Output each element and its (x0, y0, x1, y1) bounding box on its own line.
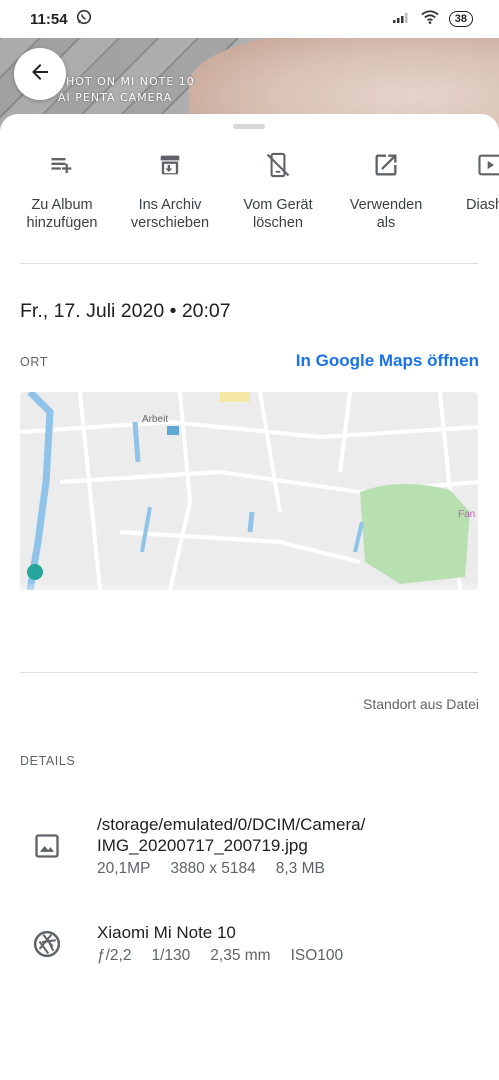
details-section-label: DETAILS (20, 754, 76, 768)
playlist-add-icon (48, 151, 76, 184)
file-path-line-1: /storage/emulated/0/DCIM/Camera/ (97, 815, 366, 834)
status-bar: 11:54 38 (0, 0, 499, 38)
slideshow-label: Diash (466, 197, 499, 213)
archive-icon (156, 151, 184, 184)
photo-date-time: Fr., 17. Juli 2020 • 20:07 (20, 300, 231, 322)
camera-specs: ƒ/2,2 1/130 2,35 mm ISO100 (97, 945, 343, 966)
file-resolution: 3880 x 5184 (170, 860, 256, 877)
use-as-label: Verwenden als (349, 197, 423, 231)
file-size: 8,3 MB (275, 860, 325, 877)
back-button[interactable] (14, 48, 66, 100)
arrow-back-icon (28, 60, 52, 89)
watermark-line-2: AI PENTA CAMERA (58, 91, 173, 104)
camera-watermark: SHOT ON MI NOTE 10 AI PENTA CAMERA (58, 74, 195, 106)
archive-button[interactable]: Ins Archiv verschieben (115, 150, 225, 232)
divider (20, 263, 478, 264)
map-label-fan: Fan (458, 509, 475, 520)
image-icon (31, 830, 63, 862)
location-source-text: Standort aus Datei (363, 696, 479, 712)
camera-model: Xiaomi Mi Note 10 (97, 923, 236, 942)
delete-from-device-label: Vom Gerät löschen (243, 197, 313, 231)
file-path-line-2: IMG_20200717_200719.jpg (97, 836, 308, 855)
info-sheet: Zu Album hinzufügen Ins Archiv verschieb… (0, 114, 499, 1080)
battery-level: 38 (454, 13, 467, 25)
camera-focal-length: 2,35 mm (210, 947, 271, 964)
location-section-label: ORT (20, 355, 48, 369)
delete-from-device-icon (264, 151, 292, 184)
location-map[interactable]: Arbeit Fan (20, 392, 478, 590)
file-specs: 20,1MP 3880 x 5184 8,3 MB (97, 858, 365, 879)
delete-from-device-button[interactable]: Vom Gerät löschen (223, 150, 333, 232)
battery-icon: 38 (448, 11, 473, 27)
signal-icon (392, 10, 411, 28)
action-row: Zu Album hinzufügen Ins Archiv verschieb… (0, 150, 499, 240)
camera-aperture: ƒ/2,2 (97, 947, 132, 964)
map-fade-overlay (20, 584, 478, 654)
camera-aperture-icon (31, 928, 63, 960)
use-as-button[interactable]: Verwenden als (331, 150, 441, 232)
divider (20, 672, 478, 673)
camera-iso: ISO100 (290, 947, 344, 964)
wifi-icon (421, 9, 439, 29)
open-in-google-maps-link[interactable]: In Google Maps öffnen (296, 351, 479, 371)
add-to-album-button[interactable]: Zu Album hinzufügen (7, 150, 117, 232)
open-in-new-icon (372, 151, 400, 184)
archive-label: Ins Archiv verschieben (130, 197, 210, 231)
status-time: 11:54 (30, 10, 68, 28)
watermark-line-1: SHOT ON MI NOTE 10 (58, 75, 195, 88)
slideshow-icon (476, 151, 499, 184)
add-to-album-label: Zu Album hinzufügen (26, 197, 98, 231)
camera-shutter: 1/130 (151, 947, 191, 964)
whatsapp-icon (76, 9, 92, 30)
sheet-drag-handle[interactable] (233, 124, 265, 129)
map-label-arbeit: Arbeit (142, 414, 168, 425)
file-megapixels: 20,1MP (97, 860, 151, 877)
slideshow-button[interactable]: Diash (439, 150, 499, 214)
